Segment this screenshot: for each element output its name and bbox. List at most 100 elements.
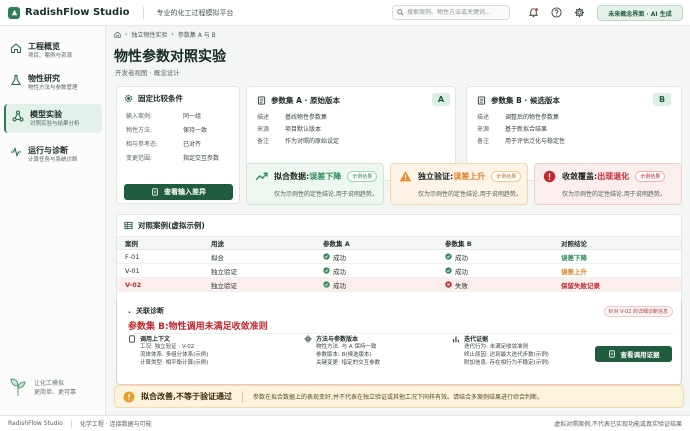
diagnosis-line: 物性方法: 与 A 保持一致 <box>316 344 377 350</box>
info-row: 备注 作为对照的原始设定 <box>257 138 455 146</box>
breadcrumb-item[interactable]: 独立物性实验 <box>131 30 167 39</box>
footer-tagline: 化学工程 · 连接数据与可能 <box>79 421 152 428</box>
condition-key: 物性方法: <box>126 127 153 134</box>
sidebar-item-desc: 项目、案例与资源 <box>28 53 73 59</box>
search-input[interactable] <box>407 9 507 16</box>
view-input-diff-button[interactable]: 查看输入差异 <box>124 184 233 200</box>
set-b-info: 描述 调整后的物性参数集 来源 基于新拟合结果 备注 用于评估泛化与稳定性 <box>477 114 681 146</box>
x-circle-icon <box>445 281 452 288</box>
diagnosis-line: 工况: 独立验证 · V-02 <box>140 344 195 350</box>
chevron-right-icon: › <box>171 31 174 38</box>
search-box[interactable] <box>392 5 510 20</box>
check-circle-icon <box>445 253 452 260</box>
diagnosis-tag: 针对 V-02 的详细诊断信息 <box>603 306 673 317</box>
gear-icon[interactable] <box>573 6 586 19</box>
diagnosis-line: 计算类型: 相平衡计算(示例) <box>140 360 209 366</box>
divider <box>70 419 72 428</box>
info-key: 来源 <box>477 126 490 133</box>
status-text: 失败 <box>455 281 468 290</box>
sidebar-item-diagnostics[interactable]: 运行与诊断 计算任务与系统诊断 <box>4 140 102 169</box>
table-row[interactable]: V-01 独立验证 成功 成功 误差上升 <box>117 263 681 278</box>
view-evidence-button[interactable]: 查看调用证据 <box>595 346 672 362</box>
result-cell: 误差上升 <box>553 263 681 278</box>
info-key: 描述 <box>477 114 490 121</box>
set-a-cell: 成功 <box>315 249 437 264</box>
check-circle-icon <box>323 267 330 274</box>
info-value: 作为对照的原始设定 <box>285 138 340 145</box>
info-row: 描述 调整后的物性参数集 <box>477 114 681 122</box>
chevron-down-icon[interactable]: ⌄ <box>127 308 132 315</box>
brand[interactable]: RadishFlow Studio 专业的化工过程模拟平台 <box>8 6 234 19</box>
pulse-icon <box>11 146 21 158</box>
comparison-table: 案例 用途 参数集 A 参数集 B 对照结论 F-01 拟合 成功 成功 误差下… <box>117 236 681 292</box>
result-desc: 仅为示例性的定性结论,用于说明趋势。 <box>418 191 522 198</box>
column-header: 迭代证据 <box>452 334 549 343</box>
diagnosis-evidence: 迭代证据 迭代行为: 未满足收敛准则 终止原因: 达到最大迭代步数(示例) 附加… <box>452 334 549 367</box>
search-icon <box>397 9 404 16</box>
table-row[interactable]: F-01 拟合 成功 成功 误差下降 <box>117 249 681 264</box>
network-icon <box>12 110 24 122</box>
card-header: 参数集 B · 候选版本 <box>477 95 681 106</box>
warning-desc: 参数在拟合数据上的表现变好,并不代表在独立验证或其他工况下同样有效。请结合多案例… <box>253 394 543 401</box>
case-cell: F-01 <box>117 249 203 264</box>
result-label: 拟合数据: <box>274 172 310 181</box>
column-header: 参数集 B <box>437 236 553 250</box>
sidebar-item-overview[interactable]: 工程概览 项目、案例与资源 <box>4 36 102 65</box>
use-cell: 独立验证 <box>203 277 315 292</box>
sidebar-item-experiments[interactable]: 模型实验 对照实验与结果分析 <box>4 104 102 133</box>
sidebar-item-desc: 计算任务与系统诊断 <box>28 157 78 163</box>
document-icon <box>129 334 135 343</box>
info-key: 来源 <box>257 126 270 133</box>
card-header: 对照案例(虚拟示例) <box>124 220 681 231</box>
check-circle-icon <box>323 253 330 260</box>
diagnosis-context: 调用上下文 工况: 独立验证 · V-02 流体体系: 多组分体系(示例) 计算… <box>128 334 208 367</box>
breadcrumb-item[interactable]: 参数集 A 与 B <box>178 30 216 39</box>
chevron-right-icon: › <box>125 31 128 38</box>
help-icon[interactable] <box>550 6 563 19</box>
info-key: 备注 <box>477 138 490 145</box>
result-pill: 示例结果 <box>635 171 666 182</box>
diagnosis-line: 关键变更: 指定的交互参数 <box>316 360 381 366</box>
status-text: 成功 <box>333 253 346 262</box>
trend-up-icon <box>255 172 268 181</box>
column-title: 调用上下文 <box>140 336 171 343</box>
breadcrumb: › 独立物性实验 › 参数集 A 与 B <box>114 30 216 39</box>
result-cell: 保留失败记录 <box>553 277 681 292</box>
result-header: 独立验证:误差上升 示例结果 <box>399 170 527 183</box>
sidebar-footer: 让化工模拟 更简单、更可靠 <box>8 376 76 398</box>
info-value: 项目默认版本 <box>285 126 322 133</box>
status-text: 成功 <box>455 253 468 262</box>
slogan-line-2: 更简单、更可靠 <box>34 389 77 396</box>
card-title: 参数集 A · 原始版本 <box>271 96 340 105</box>
top-bar: RadishFlow Studio 专业的化工过程模拟平台 未来概念界面 · A… <box>0 0 690 26</box>
set-b-cell: 成功 <box>437 249 553 264</box>
sidebar-item-properties[interactable]: 物性研究 物性方法与参数管理 <box>4 68 102 97</box>
condition-row: 变更范围: 指定交互参数 <box>126 155 239 163</box>
document-icon <box>152 188 158 196</box>
result-label: 收敛覆盖: <box>562 172 598 181</box>
column-title: 方法与参数版本 <box>316 336 359 343</box>
case-cell: V-01 <box>117 263 203 278</box>
app-subtitle: 专业的化工过程模拟平台 <box>156 8 234 17</box>
set-a-cell: 成功 <box>315 263 437 278</box>
divider <box>242 390 244 403</box>
info-value: 基于新拟合结果 <box>505 126 548 133</box>
condition-value: 已对齐 <box>183 141 202 148</box>
column-header: 用途 <box>203 236 315 250</box>
status-text: 成功 <box>333 267 346 276</box>
condition-key: 变更范围: <box>126 155 153 162</box>
set-b-cell: 失败 <box>437 277 553 292</box>
document-icon <box>477 96 486 105</box>
sidebar: 工程概览 项目、案例与资源 物性研究 物性方法与参数管理 模型实验 对照实验与结果分析… <box>0 26 106 415</box>
set-b-badge: B <box>653 93 671 106</box>
info-key: 描述 <box>257 114 270 121</box>
page-title: 物性参数对照实验 <box>114 49 226 65</box>
bell-icon[interactable] <box>527 6 540 19</box>
info-value: 基线物性参数集 <box>285 114 328 121</box>
table-row-selected[interactable]: V-02 独立验证 成功 失败 保留失败记录 <box>117 277 681 292</box>
gear-icon <box>124 94 133 103</box>
result-value: 出现退化 <box>597 172 630 181</box>
home-icon[interactable] <box>114 31 121 38</box>
divider <box>128 333 673 334</box>
warning-banner: 拟合改善,不等于验证通过 参数在拟合数据上的表现变好,并不代表在独立验证或其他工… <box>114 385 684 408</box>
